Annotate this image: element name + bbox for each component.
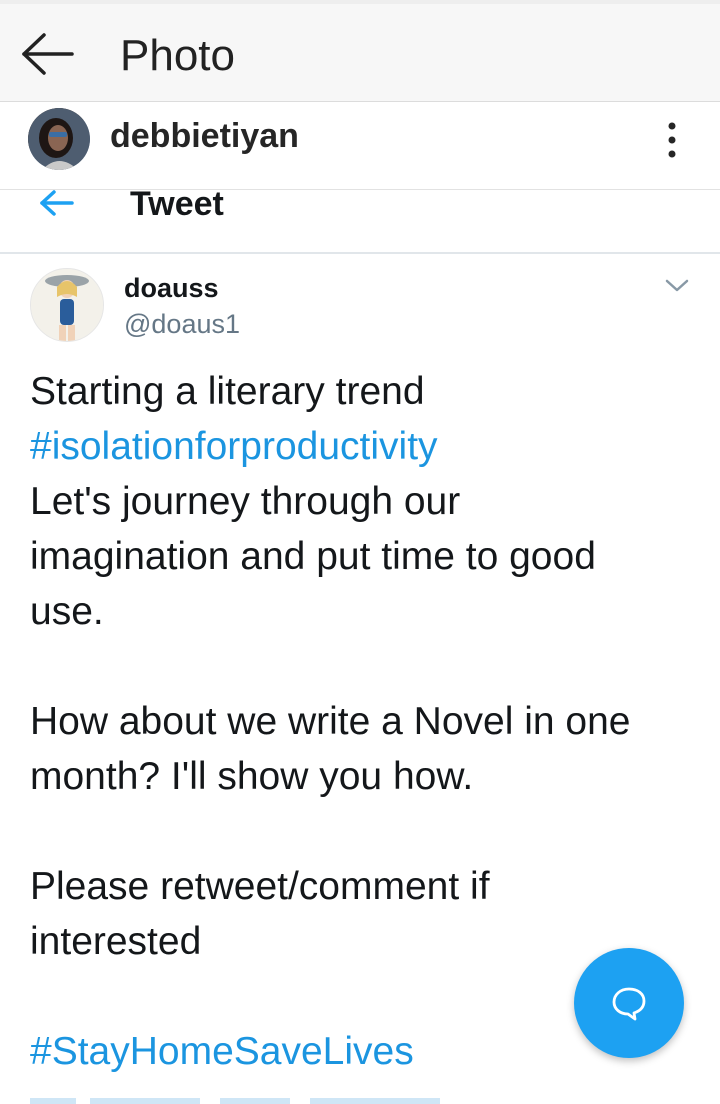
cutoff-line xyxy=(30,1084,450,1104)
tweet-nav-title: Tweet xyxy=(130,185,224,223)
tweet-hashtag-link[interactable]: #isolationforproductivity xyxy=(30,419,700,474)
post-header: debbietiyan xyxy=(0,102,720,190)
tweet-author-name: doauss xyxy=(124,273,219,303)
tweet-author-handle: @doaus1 xyxy=(124,309,240,339)
post-username[interactable]: debbietiyan xyxy=(110,116,299,156)
reply-fab-button[interactable] xyxy=(574,948,684,1058)
tweet-text-line: Starting a literary trend xyxy=(30,370,425,413)
tweet-nav-bar: Tweet xyxy=(0,185,720,254)
back-arrow-icon[interactable] xyxy=(20,32,76,76)
top-app-bar: Photo xyxy=(0,0,720,102)
arrow-left-icon xyxy=(38,190,78,220)
avatar[interactable] xyxy=(28,108,90,170)
author-avatar xyxy=(30,268,104,342)
page-title: Photo xyxy=(120,31,235,80)
tweet-text-line: How about we write a Novel in one xyxy=(30,700,631,743)
tweet-text-line: use. xyxy=(30,590,104,633)
tweet-text-line: month? I'll show you how. xyxy=(30,755,474,798)
more-vertical-icon[interactable] xyxy=(660,120,684,160)
tweet-text-line: Let's journey through our xyxy=(30,480,461,523)
tweet-text-line: imagination and put time to good xyxy=(30,535,596,578)
reply-bubble-icon xyxy=(612,987,646,1021)
screen: Photo debbietiyan Tweet doauss @doaus1 S… xyxy=(0,0,720,1104)
tweet-text-line: Please retweet/comment if xyxy=(30,865,490,908)
chevron-down-icon xyxy=(664,276,690,296)
